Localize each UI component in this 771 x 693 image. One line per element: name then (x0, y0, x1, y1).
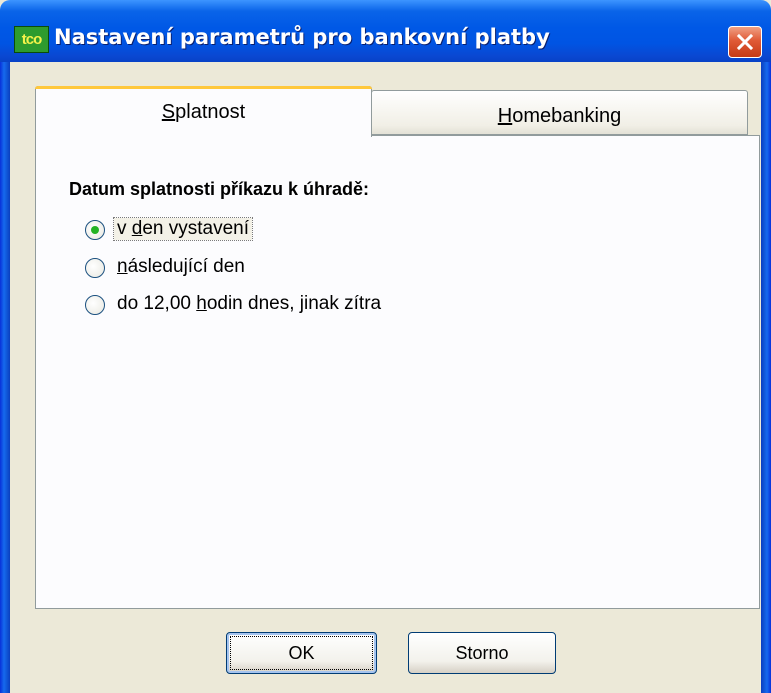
focus-indicator (230, 636, 373, 670)
window-frame-left (0, 62, 10, 693)
radio-label-mnemonic: h (196, 293, 207, 314)
close-icon (736, 33, 754, 51)
radio-button[interactable] (85, 220, 105, 240)
radio-label-pre: do 12,00 (117, 293, 197, 314)
window-title: Nastavení parametrů pro bankovní platby (54, 25, 550, 49)
radio-label[interactable]: do 12,00 hodin dnes, jinak zítra (114, 293, 384, 315)
tab-homebanking[interactable]: Homebanking (371, 90, 748, 135)
tab-label-rest: platnost (175, 101, 246, 123)
radio-label-mnemonic: d (131, 218, 143, 239)
radio-button[interactable] (85, 295, 105, 315)
radio-label[interactable]: v den vystavení (112, 217, 254, 241)
tab-label-rest: omebanking (512, 105, 622, 127)
title-bar[interactable]: tco Nastavení parametrů pro bankovní pla… (0, 0, 771, 62)
cancel-button-label: Storno (455, 643, 509, 663)
radio-label-mnemonic: n (117, 256, 128, 277)
dialog-window: tco Nastavení parametrů pro bankovní pla… (0, 0, 771, 693)
due-date-group-label: Datum splatnosti příkazu k úhradě: (69, 179, 370, 199)
ok-button[interactable]: OK (226, 632, 377, 674)
tab-mnemonic: H (497, 105, 513, 127)
tab-label: Homebanking (372, 105, 747, 128)
radio-label-pre: v (117, 218, 132, 239)
radio-label-post: odin dnes, jinak zítra (206, 293, 382, 314)
radio-label[interactable]: následující den (114, 256, 248, 278)
radio-label-post: ásledující den (127, 256, 245, 277)
tab-label: Splatnost (36, 101, 371, 124)
dialog-body: Homebanking Splatnost Datum splatnosti p… (10, 62, 761, 693)
tab-mnemonic: S (161, 101, 176, 123)
close-button[interactable] (728, 26, 762, 58)
tab-panel-splatnost (35, 135, 760, 609)
radio-label-post: en vystavení (142, 218, 250, 239)
radio-selected-dot (91, 226, 99, 234)
tab-splatnost[interactable]: Splatnost (35, 86, 372, 137)
radio-button[interactable] (85, 258, 105, 278)
app-logo-icon: tco (14, 26, 49, 53)
window-frame-right (761, 62, 771, 693)
active-tab-accent (35, 86, 372, 89)
cancel-button[interactable]: Storno (408, 632, 556, 674)
